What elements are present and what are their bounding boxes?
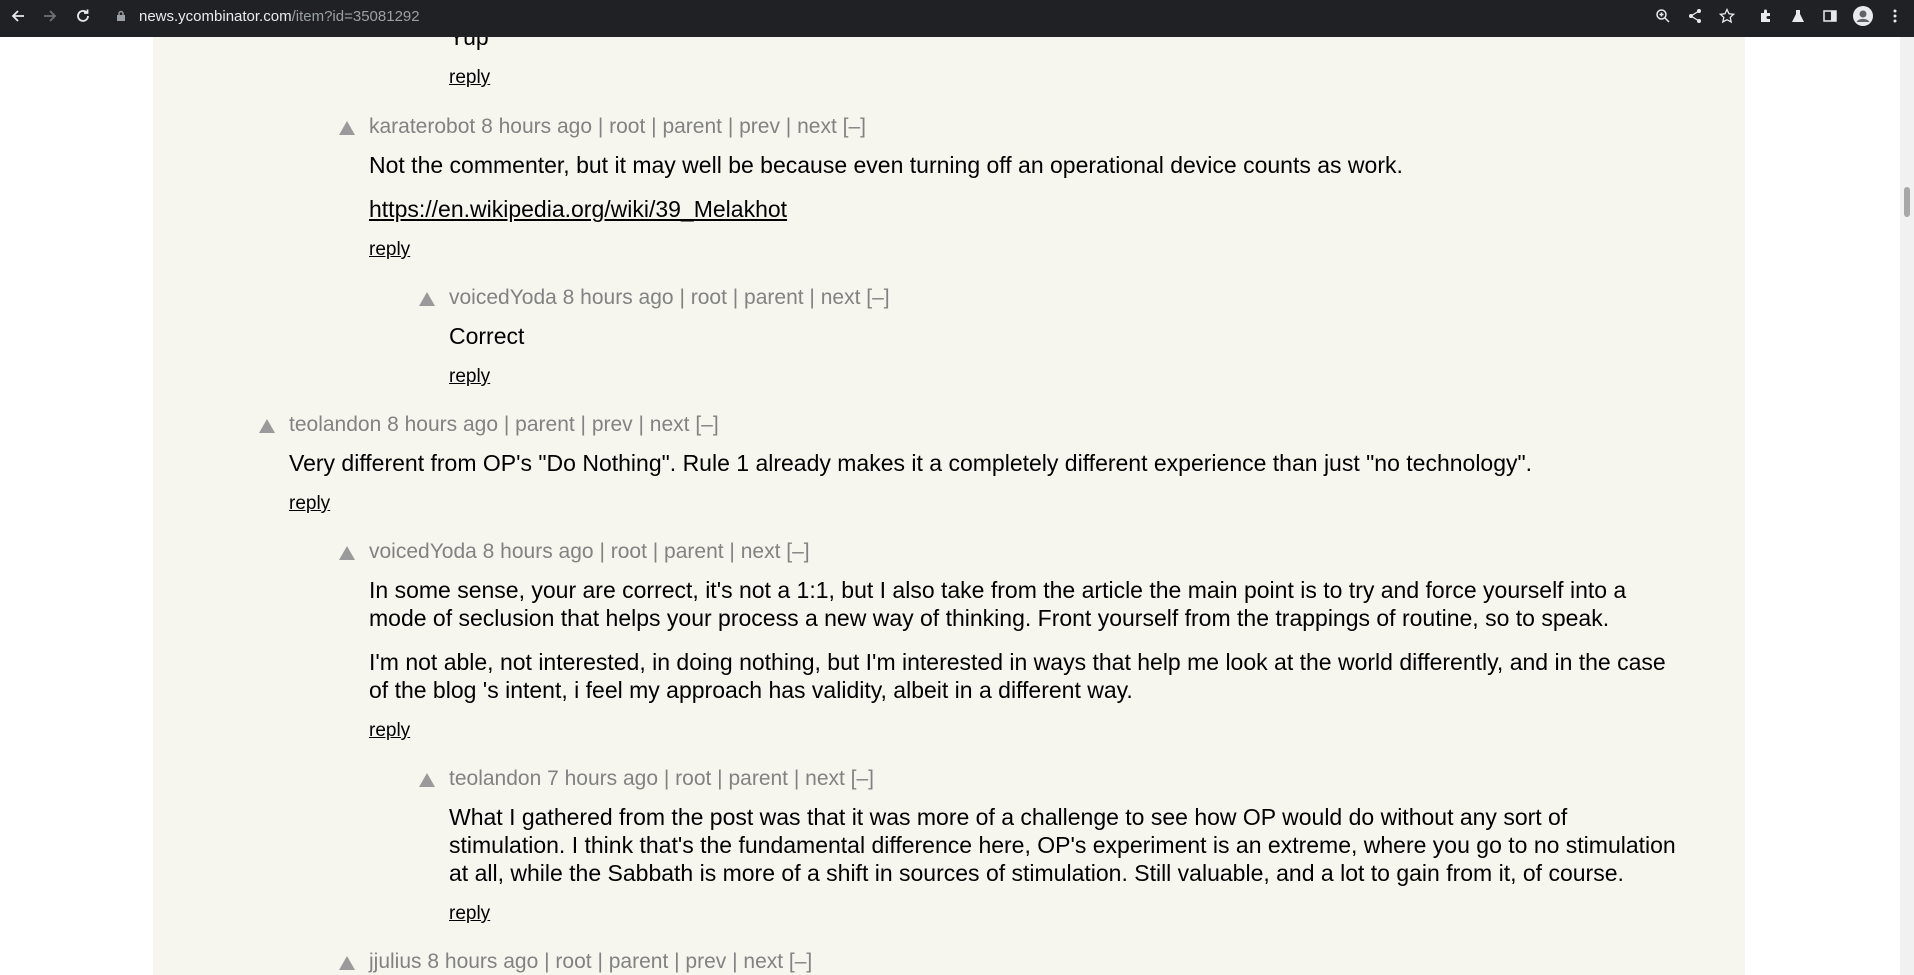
page-viewport: Yup reply karaterobot 8 hours ago | root… [0,37,1900,975]
comment-user[interactable]: teolandon [289,413,381,436]
comment-age[interactable]: 8 hours ago [427,950,538,973]
comment-text: In some sense, your are correct, it's no… [369,577,1627,603]
comment-nav[interactable]: | parent | prev | next [–] [504,413,719,436]
reply-link[interactable]: reply [449,902,490,926]
comment-nav[interactable]: | root | parent | next [–] [599,540,809,563]
url-path: /item?id=35081292 [291,7,420,25]
comment-nav[interactable]: | root | parent | next [–] [679,286,889,309]
bookmark-star-icon[interactable] [1712,0,1742,32]
comment-header: voicedYoda 8 hours ago | root | parent |… [369,539,810,565]
comment-nav[interactable]: | root | parent | next [–] [664,767,874,790]
reply-link[interactable]: reply [449,365,490,389]
comment-user[interactable]: voicedYoda [449,286,557,309]
reply-link[interactable]: reply [369,719,410,743]
profile-avatar-icon[interactable] [1848,0,1878,32]
comment-age[interactable]: 8 hours ago [563,286,674,309]
upvote-arrow-icon[interactable] [259,419,275,433]
reload-icon[interactable] [68,0,98,32]
upvote-arrow-icon[interactable] [419,773,435,787]
labs-flask-icon[interactable] [1783,0,1813,32]
reply-link[interactable]: reply [449,66,490,90]
comment-user[interactable]: karaterobot [369,115,475,138]
forward-icon[interactable] [35,0,65,32]
comment-header: teolandon 8 hours ago | parent | prev | … [289,412,719,438]
comment-nav[interactable]: | root | parent | prev | next [–] [598,115,866,138]
comment-user[interactable]: voicedYoda [369,540,477,563]
comment-link-line: https://en.wikipedia.org/wiki/39_Melakho… [369,195,787,223]
comment-user[interactable]: teolandon [449,767,541,790]
reply-link[interactable]: reply [289,492,330,516]
comment-text: Very different from OP's "Do Nothing". R… [289,450,1533,476]
reply-link[interactable]: reply [369,238,410,262]
comment-text: I'm not able, not interested, in doing n… [369,649,1666,675]
comment-text: What I gathered from the post was that i… [449,804,1568,830]
comment-age[interactable]: 8 hours ago [387,413,498,436]
comment-header: voicedYoda 8 hours ago | root | parent |… [449,285,890,311]
comment-header: karaterobot 8 hours ago | root | parent … [369,114,866,140]
scrollbar-thumb[interactable] [1904,187,1910,217]
upvote-arrow-icon[interactable] [419,292,435,306]
comment-age[interactable]: 8 hours ago [481,115,592,138]
url-host: news.ycombinator.com [139,7,292,25]
comment-age[interactable]: 8 hours ago [483,540,594,563]
comment-text: Correct [449,323,525,349]
upvote-arrow-icon[interactable] [339,546,355,560]
browser-toolbar: news.ycombinator.com/item?id=35081292 [0,0,1914,37]
comment-text: mode of seclusion that helps your proces… [369,605,1610,631]
comment-header: jjulius 8 hours ago | root | parent | pr… [369,949,812,975]
side-panel-icon[interactable] [1815,0,1845,32]
comment-text: Yup [449,37,489,50]
share-icon[interactable] [1680,0,1710,32]
vertical-scrollbar[interactable] [1900,37,1914,975]
comment-text: Not the commenter, but it may well be be… [369,152,1403,178]
menu-kebab-icon[interactable] [1880,0,1910,32]
zoom-icon[interactable] [1648,0,1678,32]
comment-tree: Yup reply karaterobot 8 hours ago | root… [153,37,1745,975]
upvote-arrow-icon[interactable] [339,956,355,970]
comment-header: teolandon 7 hours ago | root | parent | … [449,766,874,792]
comment-age[interactable]: 7 hours ago [547,767,658,790]
comment-text: of the blog 's intent, i feel my approac… [369,677,1133,703]
upvote-arrow-icon[interactable] [339,121,355,135]
comment-nav[interactable]: | root | parent | prev | next [–] [544,950,812,973]
comment-user[interactable]: jjulius [369,950,422,973]
back-icon[interactable] [3,0,33,32]
comment-text: at all, while the Sabbath is more of a s… [449,860,1624,886]
extensions-icon[interactable] [1751,0,1781,32]
lock-icon[interactable] [116,9,126,27]
address-bar[interactable]: news.ycombinator.com/item?id=35081292 [139,0,420,32]
comment-link[interactable]: https://en.wikipedia.org/wiki/39_Melakho… [369,196,787,222]
comment-text: stimulation. I think that's the fundamen… [449,832,1676,858]
